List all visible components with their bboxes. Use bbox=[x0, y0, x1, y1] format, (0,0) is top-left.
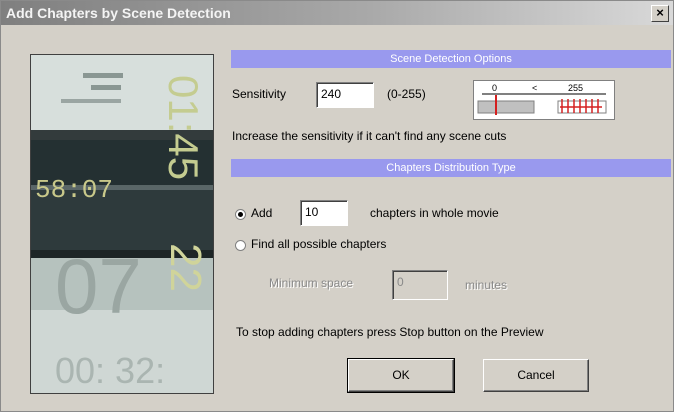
preview-frame: 58:07 01:45 22 07 00: 32: bbox=[31, 55, 213, 393]
sensitivity-range: (0-255) bbox=[387, 87, 426, 101]
add-chapters-radio[interactable] bbox=[235, 209, 246, 220]
video-preview: 58:07 01:45 22 07 00: 32: bbox=[30, 54, 214, 394]
close-button[interactable]: × bbox=[651, 5, 669, 22]
preview-timecode-3: 22 bbox=[161, 243, 210, 292]
chapter-count-input[interactable]: 10 bbox=[300, 200, 348, 226]
sensitivity-input[interactable]: 240 bbox=[316, 82, 374, 108]
min-space-input[interactable]: 0 bbox=[392, 270, 448, 300]
slider-compare-label: < bbox=[532, 83, 537, 93]
add-chapters-dialog: Add Chapters by Scene Detection × 58:07 … bbox=[0, 0, 674, 412]
preview-timecode-5: 00: 32: bbox=[55, 350, 165, 391]
scene-detection-header: Scene Detection Options bbox=[231, 50, 671, 68]
add-label: Add bbox=[251, 206, 273, 220]
find-all-radio[interactable] bbox=[235, 240, 246, 251]
cancel-button[interactable]: Cancel bbox=[483, 359, 589, 392]
minutes-label: minutes bbox=[465, 278, 508, 292]
stop-instruction: To stop adding chapters press Stop butto… bbox=[236, 325, 544, 339]
find-all-label: Find all possible chapters bbox=[251, 237, 387, 251]
title-bar[interactable]: Add Chapters by Scene Detection × bbox=[1, 1, 673, 25]
preview-timecode-4: 07 bbox=[55, 242, 142, 330]
add-suffix-label: chapters in whole movie bbox=[370, 206, 499, 220]
min-space-label: Minimum space bbox=[269, 276, 354, 290]
distribution-header: Chapters Distribution Type bbox=[231, 159, 671, 177]
preview-timecode-1: 58:07 bbox=[35, 175, 113, 205]
slider-min-label: 0 bbox=[492, 83, 497, 93]
window-title: Add Chapters by Scene Detection bbox=[6, 5, 231, 21]
slider-max-label: 255 bbox=[568, 83, 583, 93]
sensitivity-hint: Increase the sensitivity if it can't fin… bbox=[232, 129, 507, 143]
sensitivity-label: Sensitivity bbox=[232, 87, 287, 101]
ok-button[interactable]: OK bbox=[347, 358, 455, 393]
preview-timecode-2: 01:45 bbox=[160, 75, 207, 180]
sensitivity-slider[interactable]: 0 < 255 bbox=[473, 80, 615, 120]
slider-graphic: 0 < 255 bbox=[477, 83, 607, 115]
